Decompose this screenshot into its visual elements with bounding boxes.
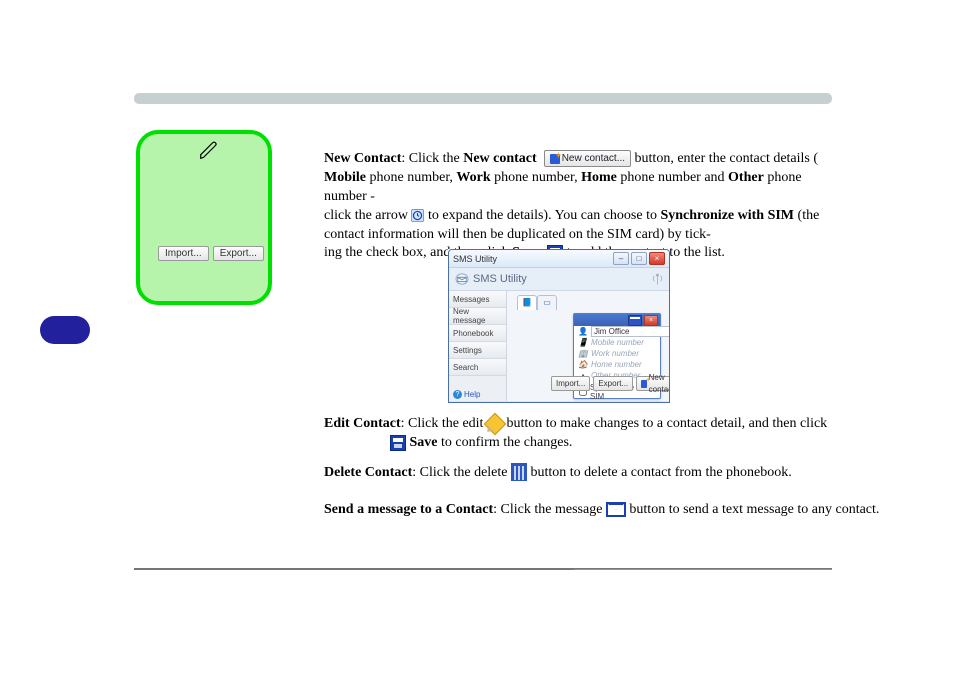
envelope-icon xyxy=(455,273,469,285)
titlebar: SMS Utility – □ × xyxy=(449,250,669,268)
tab-book[interactable]: 📘 xyxy=(517,295,537,310)
sidebar-item-settings[interactable]: Settings xyxy=(449,342,506,359)
app-screenshot: SMS Utility – □ × SMS Utility Messages N… xyxy=(448,249,670,403)
delete-contact-text: Delete Contact: Click the delete button … xyxy=(324,465,792,481)
new-contact-button[interactable]: New contact... xyxy=(544,150,631,167)
maximize-button[interactable]: □ xyxy=(631,252,647,265)
antenna-icon xyxy=(652,272,663,286)
export-button[interactable]: Export... xyxy=(593,376,633,391)
save-icon-2 xyxy=(390,435,406,451)
close-button[interactable]: × xyxy=(649,252,665,265)
work-placeholder: Work number xyxy=(591,349,639,358)
sidebar-item-phonebook[interactable]: Phonebook xyxy=(449,325,506,342)
mail-icon xyxy=(606,502,626,517)
mobile-placeholder: Mobile number xyxy=(591,338,644,347)
home-icon: 🏠 xyxy=(579,361,587,369)
sidebar-item-search[interactable]: Search xyxy=(449,359,506,376)
sidebar-item-new-message[interactable]: New message xyxy=(449,308,506,325)
trash-icon xyxy=(511,465,527,481)
minimize-button[interactable]: – xyxy=(613,252,629,265)
pencil-icon xyxy=(198,140,220,162)
window-title: SMS Utility xyxy=(453,254,497,264)
dialog-close-button[interactable]: × xyxy=(644,315,658,326)
import-button[interactable]: Import... xyxy=(551,376,590,391)
tab-card[interactable]: ▭ xyxy=(537,295,557,310)
new-contact-icon xyxy=(550,154,560,164)
sidebar-item-messages[interactable]: Messages xyxy=(449,291,506,308)
bottom-divider xyxy=(134,568,832,570)
name-input[interactable] xyxy=(591,326,670,337)
send-message-text: Send a message to a Contact: Click the m… xyxy=(324,502,879,518)
note-import-button[interactable]: Import... xyxy=(158,246,209,261)
new-contact-mini-button[interactable]: New contact... xyxy=(636,376,670,391)
person-icon: 👤 xyxy=(579,328,587,336)
help-icon: ? xyxy=(453,390,462,399)
note-export-button[interactable]: Export... xyxy=(213,246,264,261)
top-divider xyxy=(134,93,832,104)
mobile-icon: 📱 xyxy=(579,339,587,347)
home-placeholder: Home number xyxy=(591,360,642,369)
help-link[interactable]: ?Help xyxy=(449,387,506,401)
new-icon xyxy=(641,380,647,388)
sidebar: Messages New message Phonebook Settings … xyxy=(449,291,507,401)
new-contact-heading: New Contact xyxy=(324,151,401,166)
app-header: SMS Utility xyxy=(449,268,669,291)
work-icon: 🏢 xyxy=(579,350,587,358)
side-pill xyxy=(40,316,90,344)
edit-contact-text: Edit Contact: Click the edit button to m… xyxy=(324,416,827,432)
note-box: Import... Export... xyxy=(136,130,272,305)
arrow-clock-icon xyxy=(411,209,424,222)
dialog-save-button[interactable] xyxy=(628,315,642,326)
